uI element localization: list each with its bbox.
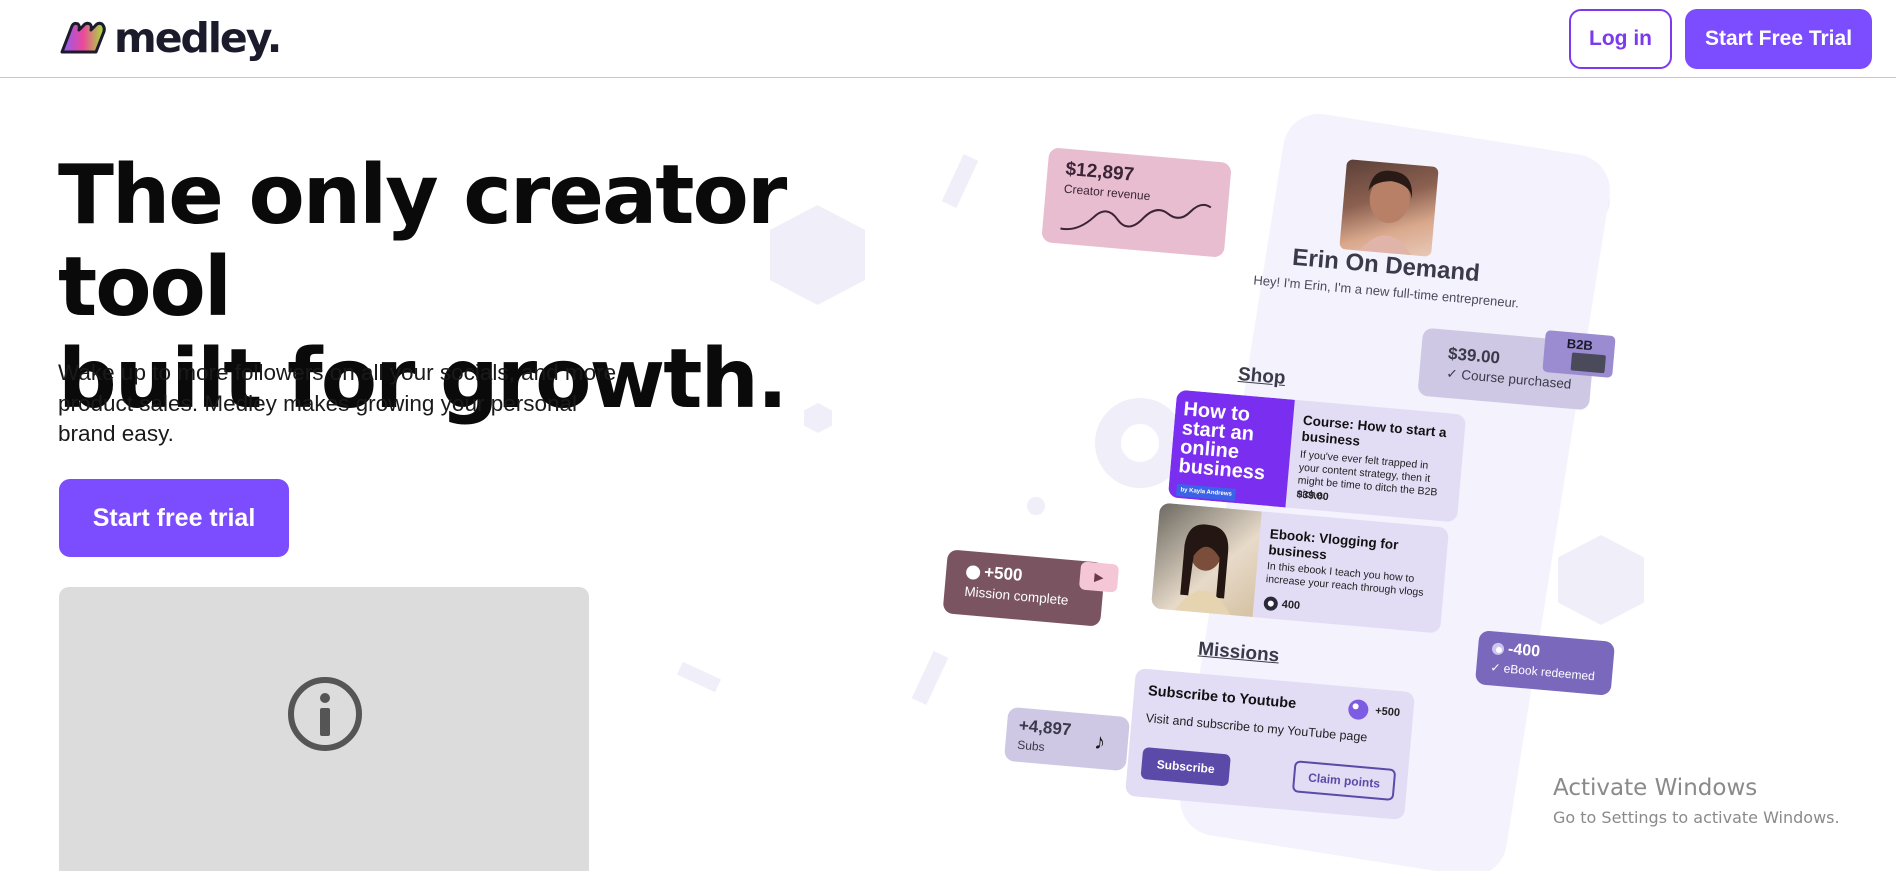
course-cover-byline: by Kayla Andrews <box>1175 483 1237 502</box>
course-cover: How to start an online business by Kayla… <box>1167 389 1295 508</box>
deco-dot <box>1027 497 1045 515</box>
medley-logo[interactable]: medley. <box>58 14 282 62</box>
start-free-trial-button[interactable]: Start Free Trial <box>1685 9 1872 69</box>
info-icon <box>288 677 362 751</box>
youtube-mission-title: Subscribe to Youtube <box>1147 683 1297 713</box>
redeem-label-text: eBook redeemed <box>1503 661 1596 684</box>
video-placeholder[interactable] <box>59 587 589 871</box>
ebook-cover-illustration <box>1174 524 1231 616</box>
login-button[interactable]: Log in <box>1569 9 1672 69</box>
youtube-mission-description: Visit and subscribe to my YouTube page <box>1145 711 1368 745</box>
claim-points-button[interactable]: Claim points <box>1291 760 1397 801</box>
profile-avatar <box>1339 159 1439 257</box>
redeem-amount-value: -400 <box>1507 640 1541 661</box>
course-description: If you've ever felt trapped in your cont… <box>1296 448 1438 502</box>
hero-start-trial-button[interactable]: Start free trial <box>59 479 289 557</box>
tiktok-icon: ♪ <box>1093 728 1107 755</box>
revenue-card: $12,897 Creator revenue <box>1041 147 1232 258</box>
youtube-mission-points-value: +500 <box>1374 705 1401 720</box>
mission-complete-label: Mission complete <box>963 583 1070 608</box>
course-price: $39.00 <box>1296 488 1330 504</box>
ebook-points-value: 400 <box>1281 598 1301 613</box>
hero-subtitle: Wake up to more followers on all your so… <box>58 360 617 446</box>
medley-logo-icon <box>60 21 106 54</box>
check-icon: ✓ <box>1445 365 1463 383</box>
subs-amount: +4,897 <box>1018 715 1073 740</box>
points-icon <box>1347 698 1370 721</box>
revenue-sparkline <box>1060 203 1212 231</box>
subs-label: Subs <box>1016 737 1046 755</box>
redeem-label: ✓ eBook redeemed <box>1490 660 1596 683</box>
ebook-points: 400 <box>1263 596 1301 613</box>
redeem-amount: -400 <box>1491 639 1541 661</box>
mission-complete-value: +500 <box>983 562 1024 585</box>
activate-windows-watermark: Activate Windows Go to Settings to activ… <box>1553 775 1840 827</box>
logo-text: medley. <box>114 14 282 62</box>
deco-hex-right <box>1558 535 1644 625</box>
profile-avatar-illustration <box>1359 170 1413 256</box>
b2b-thumb-image <box>1570 352 1606 374</box>
points-icon <box>1491 642 1505 656</box>
activate-windows-title: Activate Windows <box>1553 775 1758 801</box>
site-header: medley. Log in Start Free Trial <box>0 0 1896 78</box>
points-icon <box>1263 596 1279 612</box>
shop-heading: Shop <box>1237 363 1287 390</box>
deco-bar-2 <box>911 651 949 705</box>
b2b-label: B2B <box>1566 335 1594 354</box>
purchase-amount: $39.00 <box>1447 343 1501 368</box>
activate-windows-subtitle: Go to Settings to activate Windows. <box>1553 808 1840 827</box>
subscribe-button[interactable]: Subscribe <box>1140 746 1231 787</box>
mission-complete-amount: +500 <box>965 561 1023 586</box>
deco-bar-3 <box>677 661 721 693</box>
course-cover-text: How to start an online business <box>1177 398 1266 485</box>
ebook-cover-photo <box>1150 502 1262 618</box>
youtube-mission-card: Subscribe to Youtube +500 Visit and subs… <box>1124 668 1416 820</box>
points-icon <box>965 564 981 580</box>
b2b-thumbnail: B2B <box>1542 330 1616 378</box>
youtube-play-icon: ▶ <box>1078 561 1120 593</box>
youtube-mission-points: +500 <box>1347 698 1401 723</box>
